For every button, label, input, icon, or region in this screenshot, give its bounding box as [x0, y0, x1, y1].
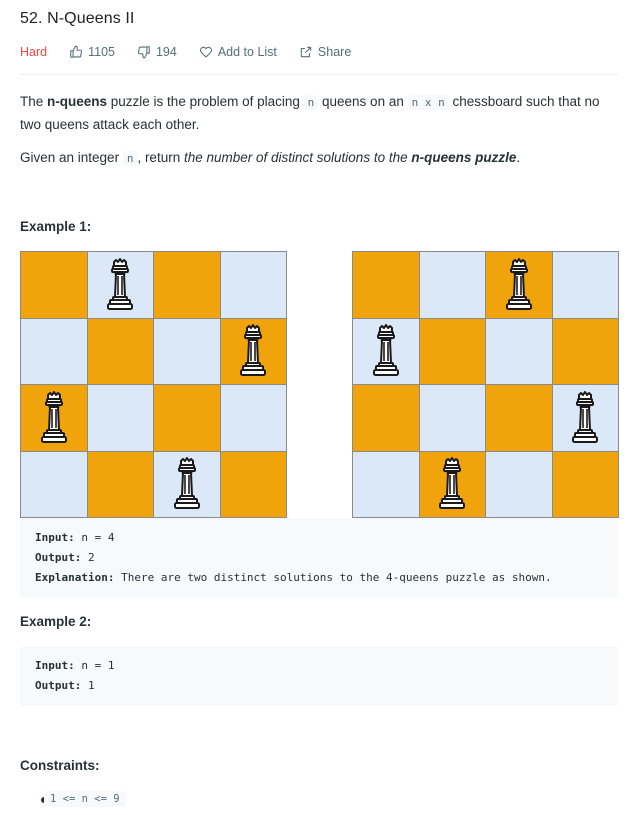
header-divider: [20, 74, 618, 75]
description-paragraph-2: Given an integer n, return the number of…: [20, 147, 620, 170]
inline-code: n: [122, 151, 138, 166]
example-2-heading: Example 2:: [20, 614, 92, 629]
board-square: [419, 385, 485, 451]
board-square: [87, 451, 153, 517]
like-count: 1105: [88, 45, 115, 59]
explanation-label: Explanation:: [35, 571, 115, 584]
board-square: [552, 385, 618, 451]
inline-code: n x n: [407, 95, 449, 110]
text-span: queens on an: [318, 94, 408, 109]
chessboard-solution-1: [20, 251, 287, 518]
example-1-heading: Example 1:: [20, 219, 92, 234]
constraints-heading: Constraints:: [20, 758, 100, 773]
queen-icon: [107, 257, 134, 310]
queen-icon: [439, 457, 466, 510]
board-square: [87, 318, 153, 384]
chessboard-solution-2: [352, 251, 619, 518]
text-span: puzzle is the problem of placing: [107, 94, 304, 109]
input-label: Input:: [35, 659, 75, 672]
board-square: [486, 385, 552, 451]
problem-meta-bar: Hard 1105 194 Add to List Share: [20, 44, 373, 60]
output-label: Output:: [35, 551, 82, 564]
example-1-explanation-line: Explanation: There are two distinct solu…: [35, 568, 603, 588]
example-2-output-line: Output: 1: [35, 676, 603, 696]
board-square: [486, 252, 552, 318]
output-value: 1: [81, 679, 95, 692]
explanation-value: There are two distinct solutions to the …: [114, 571, 552, 584]
thumbs-down-icon: [137, 46, 150, 59]
thumbs-up-icon: [70, 45, 83, 58]
text-span: the number of distinct solutions to the: [183, 150, 412, 165]
board-square: [419, 318, 485, 384]
board-square: [220, 252, 286, 318]
queen-icon: [372, 324, 399, 377]
queen-icon: [40, 390, 67, 443]
output-label: Output:: [35, 679, 82, 692]
constraint-list-item: 1 <= n <= 9: [44, 791, 126, 807]
board-square: [220, 385, 286, 451]
queen-icon: [240, 324, 267, 377]
text-span: Given an integer: [20, 150, 123, 165]
board-square: [552, 451, 618, 517]
example-2-code-block: Input: n = 1 Output: 1: [20, 646, 618, 706]
difficulty-badge: Hard: [20, 45, 48, 59]
queen-icon: [173, 457, 200, 510]
board-square: [220, 318, 286, 384]
description-paragraph-1: The n-queens puzzle is the problem of pl…: [20, 91, 620, 136]
board-square: [87, 385, 153, 451]
input-label: Input:: [35, 531, 75, 544]
board-square: [552, 318, 618, 384]
input-value: n = 1: [74, 659, 115, 672]
queen-icon: [572, 390, 599, 443]
text-span: .: [516, 150, 521, 165]
output-value: 2: [81, 551, 95, 564]
example-1-code-block: Input: n = 4 Output: 2 Explanation: Ther…: [20, 518, 618, 598]
board-square: [419, 451, 485, 517]
board-square: [21, 252, 87, 318]
board-square: [486, 318, 552, 384]
add-to-list-label: Add to List: [217, 45, 277, 59]
queen-icon: [505, 257, 532, 310]
example-2-input-line: Input: n = 1: [35, 656, 603, 676]
board-square: [353, 318, 419, 384]
like-button[interactable]: 1105: [69, 45, 115, 59]
board-square: [486, 451, 552, 517]
emphasis-text: the number of distinct solutions to the …: [184, 150, 516, 165]
board-square: [21, 318, 87, 384]
example-1-input-line: Input: n = 4: [35, 528, 603, 548]
board-square: [154, 385, 220, 451]
board-square: [220, 451, 286, 517]
text-span: The: [20, 94, 48, 109]
board-square: [154, 318, 220, 384]
board-square: [154, 451, 220, 517]
share-label: Share: [317, 45, 352, 59]
board-square: [419, 252, 485, 318]
board-square: [552, 252, 618, 318]
input-value: n = 4: [74, 531, 115, 544]
board-square: [21, 451, 87, 517]
board-square: [21, 385, 87, 451]
board-square: [353, 451, 419, 517]
board-square: [154, 252, 220, 318]
example-1-output-line: Output: 2: [35, 548, 603, 568]
problem-title: 52. N-Queens II: [20, 10, 135, 27]
heart-icon: [199, 46, 212, 58]
add-to-list-button[interactable]: Add to List: [199, 45, 277, 59]
board-square: [87, 252, 153, 318]
share-icon: [300, 46, 312, 58]
share-button[interactable]: Share: [299, 45, 351, 59]
dislike-button[interactable]: 194: [137, 45, 177, 59]
inline-code: n: [303, 95, 319, 110]
text-span: , return: [137, 150, 184, 165]
board-square: [353, 385, 419, 451]
constraint-code: 1 <= n <= 9: [44, 791, 126, 807]
board-square: [353, 252, 419, 318]
bold-term: n-queens: [47, 94, 108, 109]
dislike-count: 194: [155, 45, 177, 59]
bold-term: n-queens puzzle: [411, 150, 517, 165]
